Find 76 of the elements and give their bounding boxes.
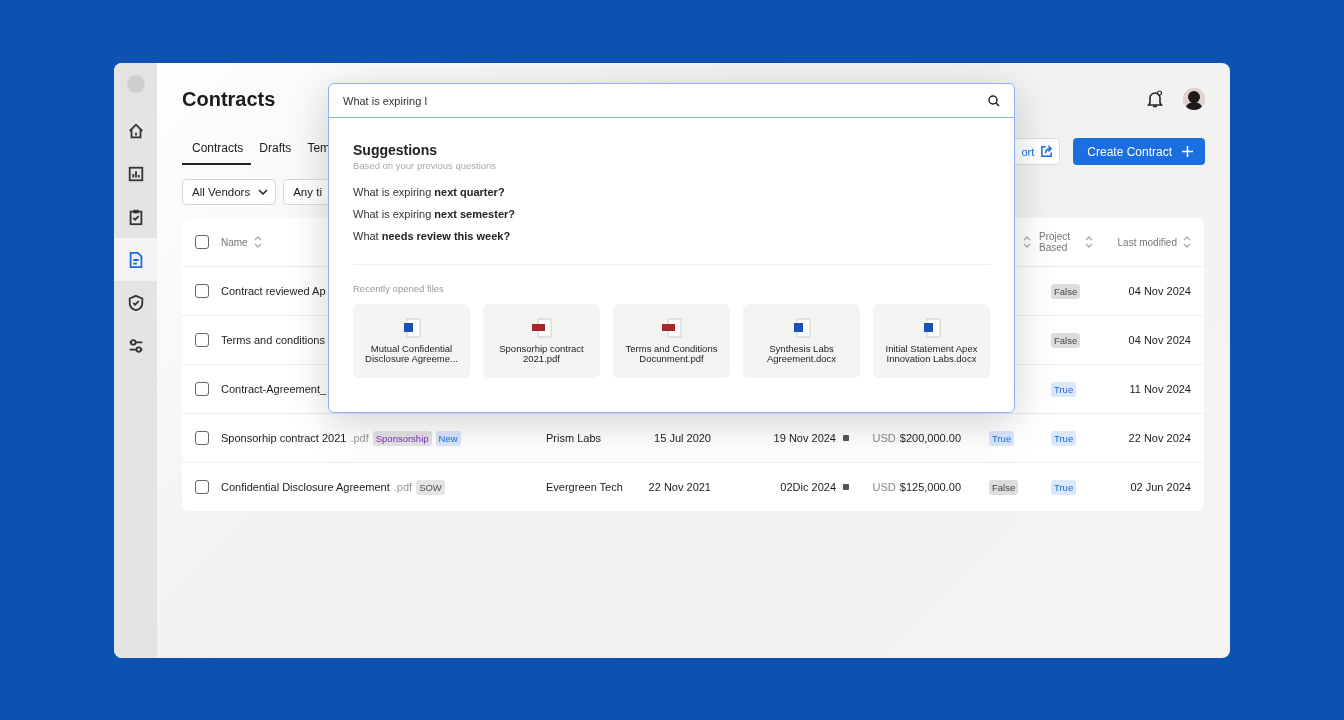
last-modified-date: 04 Nov 2024: [1128, 285, 1192, 297]
boolean-badge: False: [989, 480, 1019, 495]
vendor-name: Evergreen Tech: [546, 481, 623, 493]
expiration-date: 19 Nov 2024: [773, 432, 836, 444]
sidebar-item[interactable]: [114, 238, 157, 281]
square-icon: [843, 435, 849, 441]
checkbox[interactable]: [195, 284, 209, 298]
contract-value: $200,000.00: [899, 432, 961, 444]
last-modified-date: 02 Jun 2024: [1130, 481, 1192, 493]
avatar-icon[interactable]: [1183, 88, 1205, 110]
vendor-name: Prism Labs: [546, 432, 602, 444]
bell-icon[interactable]: [1147, 90, 1163, 108]
square-icon: [843, 484, 849, 490]
boolean-badge: True: [1051, 431, 1077, 446]
suggestion-item[interactable]: What is expiring next quarter?: [353, 186, 990, 198]
file-name: Terms and conditions: [221, 334, 325, 346]
vendor-dropdown[interactable]: All Vendors: [182, 179, 277, 205]
column-header: Name: [221, 236, 248, 248]
file-extension: .pdf: [350, 432, 369, 444]
recent-file-card[interactable]: Mutual Confidential Disclosure Agreeme...: [353, 304, 470, 378]
currency: USD: [872, 432, 896, 444]
bar-chart-icon: [126, 164, 145, 183]
chevron-down-icon: [258, 189, 269, 195]
plus-icon: [1182, 146, 1193, 157]
suggestions-subtitle: Based on your previous questions: [353, 160, 498, 171]
tag: SOW: [416, 479, 445, 495]
share-icon: [1040, 145, 1054, 158]
suggestion-item[interactable]: What is expiring next semester?: [353, 208, 990, 220]
boolean-badge: False: [1051, 333, 1081, 348]
file-name: Contract-Agreement_: [221, 383, 327, 395]
checkbox[interactable]: [195, 235, 209, 249]
boolean-badge: True: [989, 431, 1015, 446]
recent-file-card[interactable]: Synthesis Labs Agreement.docx: [743, 304, 860, 378]
file-name: Confidential Disclosure Agreement: [221, 481, 390, 493]
checkbox[interactable]: [195, 333, 209, 347]
checkbox[interactable]: [195, 480, 209, 494]
file-name: Sponsorhip contract 2021: [221, 432, 347, 444]
last-modified-date: 11 Nov 2024: [1129, 383, 1192, 395]
word-file-icon: [921, 317, 942, 338]
suggestions-title: Suggestions: [353, 142, 438, 158]
checkbox[interactable]: [195, 431, 209, 445]
shield-check-icon: [126, 293, 145, 312]
pdf-file-icon: [660, 317, 683, 338]
create-contract-button[interactable]: Create Contract: [1073, 138, 1205, 165]
home-icon: [126, 121, 145, 140]
execution-date: 15 Jul 2020: [654, 432, 711, 444]
file-extension: .pdf: [393, 481, 413, 493]
contract-value: $125,000.00: [899, 481, 961, 493]
pdf-file-icon: [530, 317, 553, 338]
recent-file-card[interactable]: Sponsorhip contract 2021.pdf: [483, 304, 600, 378]
boolean-badge: True: [1051, 480, 1077, 495]
checkbox[interactable]: [195, 382, 209, 396]
tab[interactable]: Drafts: [251, 141, 300, 165]
page-title: Contracts: [182, 87, 276, 111]
boolean-badge: False: [1051, 284, 1081, 299]
tab[interactable]: Contracts: [182, 141, 252, 165]
time-filter[interactable]: Any ti: [283, 179, 330, 205]
recent-file-card[interactable]: Initial Statement Apex Innovation Labs.docx: [873, 304, 990, 378]
word-file-icon: [401, 317, 422, 338]
column-header: Last modified: [1117, 236, 1177, 248]
tag: New: [435, 430, 461, 446]
search-icon[interactable]: [988, 94, 1000, 107]
recent-files-title: Recently opened files: [353, 283, 445, 294]
expiration-date: 02Dic 2024: [780, 481, 836, 493]
last-modified-date: 04 Nov 2024: [1128, 334, 1192, 346]
recent-file-card[interactable]: Terms and Conditions Docunment.pdf: [613, 304, 730, 378]
file-name: Contract reviewed Ap: [221, 285, 326, 297]
execution-date: 22 Nov 2021: [648, 481, 711, 493]
search-field[interactable]: What is expiring I: [343, 94, 988, 107]
column-header: Project Based: [1039, 231, 1072, 253]
suggestion-item[interactable]: What needs review this week?: [353, 230, 990, 242]
currency: USD: [872, 481, 896, 493]
word-file-icon: [791, 317, 812, 338]
boolean-badge: True: [1051, 382, 1077, 397]
tag: Sponsorship: [372, 430, 432, 446]
last-modified-date: 22 Nov 2024: [1128, 432, 1192, 444]
